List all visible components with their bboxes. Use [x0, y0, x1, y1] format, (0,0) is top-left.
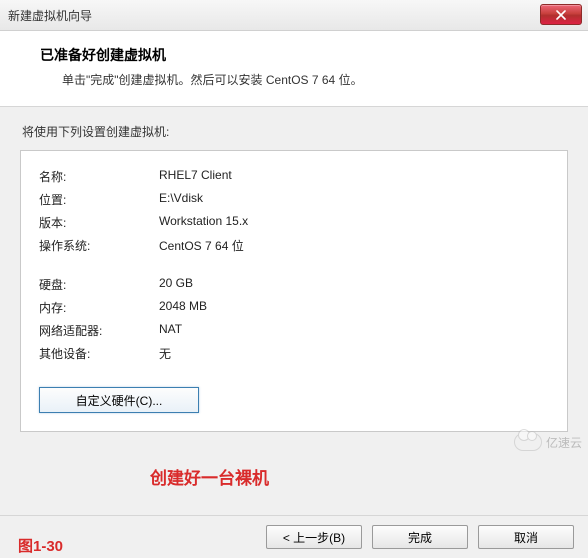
wizard-window: 新建虚拟机向导 已准备好创建虚拟机 单击"完成"创建虚拟机。然后可以安装 Cen… — [0, 0, 588, 558]
setting-value: CentOS 7 64 位 — [159, 234, 549, 257]
customize-hardware-button[interactable]: 自定义硬件(C)... — [39, 387, 199, 413]
wizard-body: 将使用下列设置创建虚拟机: 名称:RHEL7 Client 位置:E:\Vdis… — [0, 107, 588, 537]
wizard-heading: 已准备好创建虚拟机 — [40, 45, 564, 65]
table-row: 位置:E:\Vdisk — [39, 188, 549, 211]
table-gap — [39, 257, 549, 273]
settings-intro: 将使用下列设置创建虚拟机: — [22, 123, 568, 140]
wizard-header: 已准备好创建虚拟机 单击"完成"创建虚拟机。然后可以安装 CentOS 7 64… — [0, 31, 588, 107]
back-button[interactable]: < 上一步(B) — [266, 525, 362, 549]
table-row: 内存:2048 MB — [39, 296, 549, 319]
setting-key: 操作系统: — [39, 234, 159, 257]
setting-value: 2048 MB — [159, 296, 549, 319]
table-row: 硬盘:20 GB — [39, 273, 549, 296]
settings-panel: 名称:RHEL7 Client 位置:E:\Vdisk 版本:Workstati… — [20, 150, 568, 432]
table-row: 名称:RHEL7 Client — [39, 165, 549, 188]
setting-key: 其他设备: — [39, 342, 159, 365]
watermark-label: 亿速云 — [546, 434, 582, 451]
setting-value: 无 — [159, 342, 549, 365]
table-row: 其他设备:无 — [39, 342, 549, 365]
close-button[interactable] — [540, 4, 582, 25]
wizard-footer: < 上一步(B) 完成 取消 — [0, 515, 588, 558]
close-icon — [556, 10, 566, 20]
setting-value: E:\Vdisk — [159, 188, 549, 211]
setting-key: 内存: — [39, 296, 159, 319]
annotation-text: 创建好一台裸机 — [150, 464, 269, 489]
settings-table: 名称:RHEL7 Client 位置:E:\Vdisk 版本:Workstati… — [39, 165, 549, 365]
titlebar: 新建虚拟机向导 — [0, 0, 588, 31]
setting-key: 网络适配器: — [39, 319, 159, 342]
table-row: 网络适配器:NAT — [39, 319, 549, 342]
finish-button[interactable]: 完成 — [372, 525, 468, 549]
setting-value: Workstation 15.x — [159, 211, 549, 234]
setting-value: 20 GB — [159, 273, 549, 296]
setting-key: 硬盘: — [39, 273, 159, 296]
setting-key: 版本: — [39, 211, 159, 234]
cancel-button[interactable]: 取消 — [478, 525, 574, 549]
window-title: 新建虚拟机向导 — [8, 7, 92, 24]
setting-value: NAT — [159, 319, 549, 342]
table-row: 版本:Workstation 15.x — [39, 211, 549, 234]
watermark: 亿速云 — [514, 433, 582, 451]
figure-label: 图1-30 — [18, 535, 63, 556]
setting-key: 位置: — [39, 188, 159, 211]
setting-key: 名称: — [39, 165, 159, 188]
setting-value: RHEL7 Client — [159, 165, 549, 188]
table-row: 操作系统:CentOS 7 64 位 — [39, 234, 549, 257]
cloud-icon — [514, 433, 542, 451]
wizard-subtext: 单击"完成"创建虚拟机。然后可以安装 CentOS 7 64 位。 — [40, 71, 564, 88]
